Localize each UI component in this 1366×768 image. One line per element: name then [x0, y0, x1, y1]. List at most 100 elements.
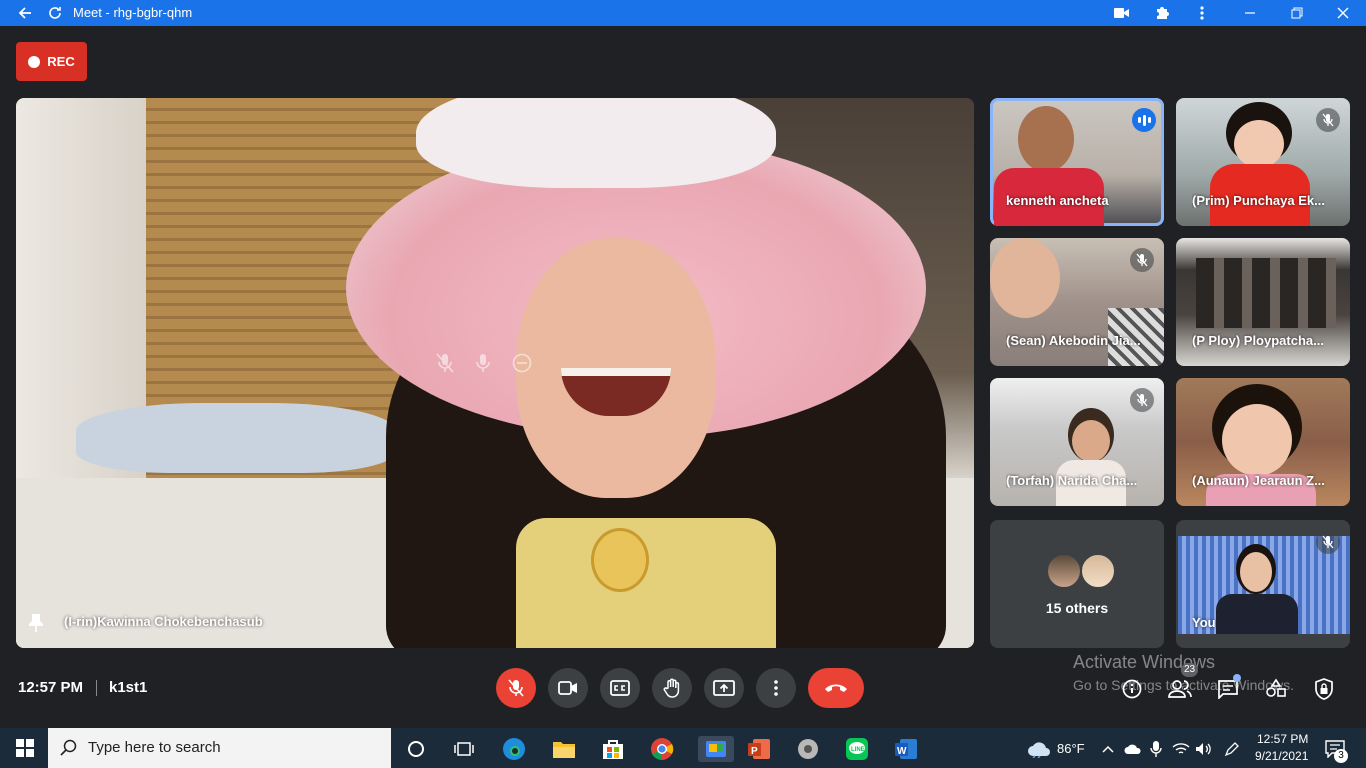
- leave-call-button[interactable]: [808, 668, 864, 708]
- close-icon[interactable]: [1333, 0, 1353, 26]
- video-background: [591, 528, 649, 592]
- wifi-icon[interactable]: [1171, 736, 1191, 762]
- present-screen-button[interactable]: [704, 668, 744, 708]
- avatar: [1080, 553, 1116, 589]
- video-background: [1072, 420, 1110, 462]
- video-background: [1234, 120, 1284, 168]
- participant-name: (P Ploy) Ploypatcha...: [1192, 333, 1324, 348]
- meeting-details-info-icon[interactable]: [1119, 676, 1145, 702]
- participant-tile[interactable]: (P Ploy) Ploypatcha...: [1176, 238, 1350, 366]
- more-vert-icon[interactable]: [1192, 0, 1212, 26]
- windows-taskbar: Type here to search P LINE W 86°F 12:57 …: [0, 728, 1366, 768]
- edge-browser-icon[interactable]: [501, 736, 527, 762]
- host-controls-lock-icon[interactable]: [1311, 676, 1337, 702]
- more-options-button[interactable]: [756, 668, 796, 708]
- camera-indicator-icon[interactable]: [1112, 0, 1132, 26]
- word-icon[interactable]: W: [893, 736, 919, 762]
- microsoft-store-icon[interactable]: [600, 736, 626, 762]
- remove-icon[interactable]: [512, 353, 532, 378]
- others-tile[interactable]: 15 others: [990, 520, 1164, 648]
- mic-off-icon: [1130, 248, 1154, 272]
- window-title: Meet - rhg-bgbr-qhm: [73, 5, 193, 20]
- powerpoint-icon[interactable]: P: [746, 736, 772, 762]
- mic-off-icon: [1316, 108, 1340, 132]
- participant-tile[interactable]: (Sean) Akebodin Jia...: [990, 238, 1164, 366]
- video-background: [516, 518, 776, 648]
- media-app-icon[interactable]: [795, 736, 821, 762]
- video-background: [1216, 594, 1298, 634]
- mic-toggle-button[interactable]: [496, 668, 536, 708]
- taskbar-date[interactable]: 9/21/2021: [1255, 749, 1308, 763]
- self-tile[interactable]: You: [1176, 520, 1350, 648]
- participant-tile[interactable]: (Aunaun) Jearaun Z...: [1176, 378, 1350, 506]
- meeting-code[interactable]: k1st1: [109, 679, 147, 696]
- volume-icon[interactable]: [1194, 736, 1214, 762]
- record-dot-icon: [28, 55, 41, 68]
- search-placeholder: Type here to search: [88, 739, 221, 756]
- mic-off-icon: [1316, 530, 1340, 554]
- reload-icon[interactable]: [44, 0, 66, 26]
- participant-name: (Sean) Akebodin Jia...: [1006, 333, 1141, 348]
- camera-toggle-button[interactable]: [548, 668, 588, 708]
- microphone-tray-icon[interactable]: [1147, 736, 1165, 762]
- participants-count-badge: 23: [1181, 663, 1199, 677]
- main-participant-name: (I-rin)Kawinna Chokebenchasub: [64, 614, 263, 629]
- participant-name: (Aunaun) Jearaun Z...: [1192, 473, 1325, 488]
- divider: [96, 680, 97, 696]
- restore-icon[interactable]: [1287, 0, 1307, 26]
- svg-text:P: P: [751, 746, 758, 757]
- mic-off-icon[interactable]: [436, 353, 454, 378]
- weather-cloud-icon[interactable]: [1026, 736, 1052, 762]
- tile-hover-controls: [436, 353, 532, 378]
- self-name: You: [1192, 615, 1216, 630]
- back-arrow-icon[interactable]: [14, 0, 36, 26]
- participant-name: (Prim) Punchaya Ek...: [1192, 193, 1325, 208]
- video-background: [990, 238, 1060, 318]
- speaking-indicator-icon: [1132, 108, 1156, 132]
- windows-start-icon[interactable]: [12, 735, 38, 761]
- video-background: [416, 98, 776, 188]
- recording-label: REC: [47, 54, 75, 69]
- meeting-time: 12:57 PM: [18, 679, 84, 696]
- participant-tile[interactable]: kenneth ancheta: [990, 98, 1164, 226]
- activities-icon[interactable]: [1263, 676, 1289, 702]
- participant-tile[interactable]: (Torfah) Narida Cha...: [990, 378, 1164, 506]
- pin-icon[interactable]: [28, 613, 44, 633]
- others-count: 15 others: [1045, 600, 1109, 616]
- line-app-icon[interactable]: LINE: [844, 736, 870, 762]
- video-background: [1240, 552, 1272, 592]
- others-avatars: [1046, 553, 1116, 589]
- cortana-icon[interactable]: [403, 736, 429, 762]
- participant-tile[interactable]: (Prim) Punchaya Ek...: [1176, 98, 1350, 226]
- video-background: [1018, 106, 1074, 172]
- video-background: [1222, 404, 1292, 476]
- notifications-count-badge: 3: [1334, 749, 1348, 763]
- svg-text:LINE: LINE: [851, 747, 865, 753]
- raise-hand-button[interactable]: [652, 668, 692, 708]
- extensions-puzzle-icon[interactable]: [1152, 0, 1172, 26]
- participant-name: kenneth ancheta: [1006, 193, 1109, 208]
- captions-button[interactable]: [600, 668, 640, 708]
- pen-icon[interactable]: [1222, 736, 1242, 762]
- file-explorer-icon[interactable]: [551, 736, 577, 762]
- search-icon: [60, 739, 78, 762]
- mic-icon[interactable]: [476, 353, 490, 378]
- onedrive-cloud-icon[interactable]: [1123, 736, 1143, 762]
- svg-text:W: W: [897, 746, 907, 757]
- taskbar-search-box[interactable]: Type here to search: [48, 728, 391, 768]
- chrome-icon[interactable]: [649, 736, 675, 762]
- main-video-tile[interactable]: (I-rin)Kawinna Chokebenchasub: [16, 98, 974, 648]
- meet-window-icon[interactable]: [698, 736, 734, 762]
- video-background: [76, 403, 396, 473]
- task-view-icon[interactable]: [451, 736, 477, 762]
- video-background: [1196, 258, 1336, 328]
- mic-off-icon: [1130, 388, 1154, 412]
- browser-title-bar: Meet - rhg-bgbr-qhm: [0, 0, 1366, 26]
- recording-badge[interactable]: REC: [16, 42, 87, 81]
- minimize-icon[interactable]: [1240, 0, 1260, 26]
- taskbar-time[interactable]: 12:57 PM: [1257, 732, 1308, 746]
- chevron-up-icon[interactable]: [1100, 736, 1116, 762]
- weather-temperature[interactable]: 86°F: [1057, 741, 1085, 756]
- participant-name: (Torfah) Narida Cha...: [1006, 473, 1138, 488]
- participants-icon[interactable]: [1167, 676, 1193, 702]
